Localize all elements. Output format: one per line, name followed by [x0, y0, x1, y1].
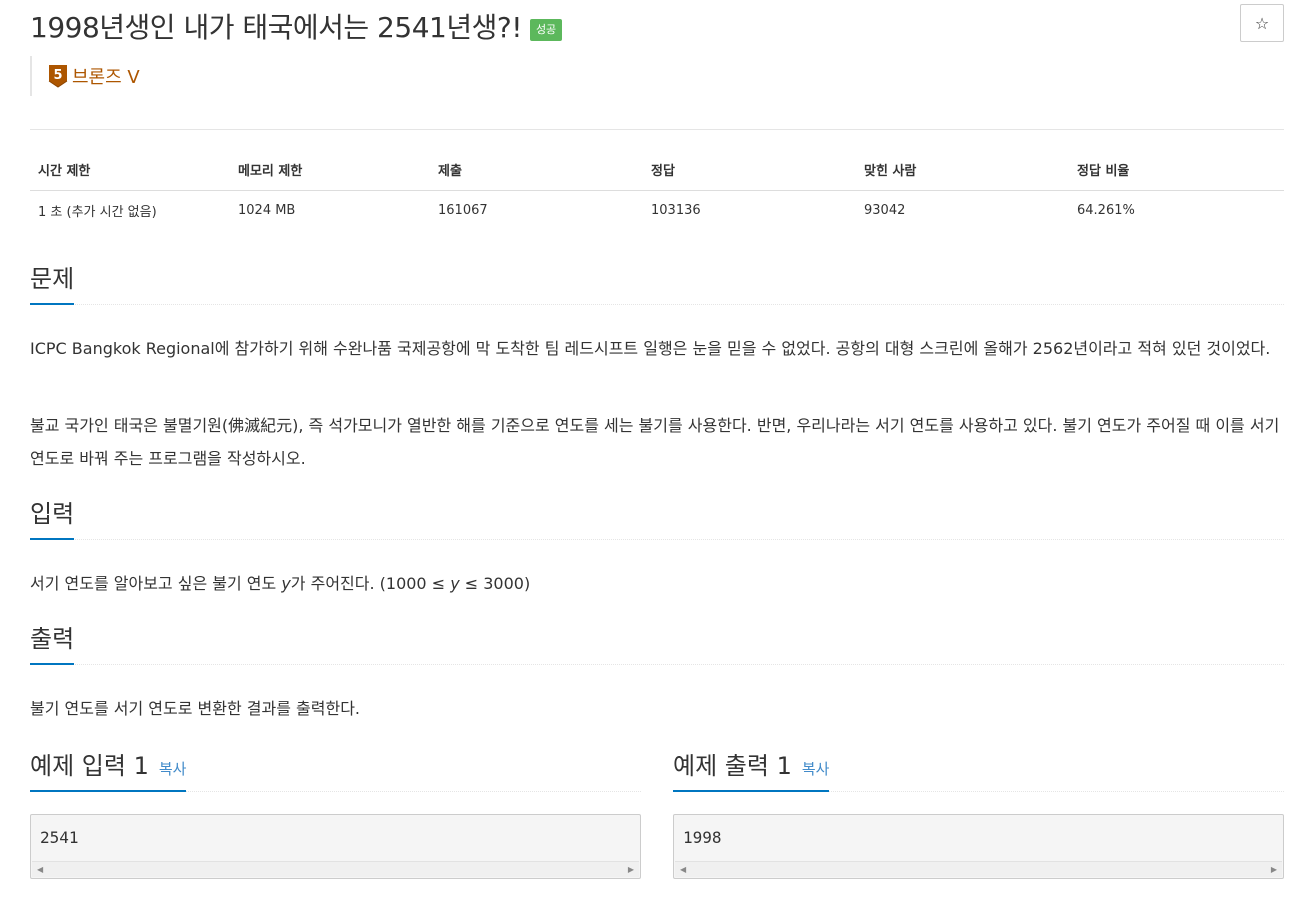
time-limit-value: 1 초 (추가 시간 없음) [38, 204, 157, 220]
header-time-limit: 시간 제한 [30, 150, 230, 191]
title-row: 1998년생인 내가 태국에서는 2541년생?! 성공 [30, 6, 563, 46]
sample-output-header: 예제 출력 1 복사 [673, 748, 1284, 792]
sample-output-box[interactable]: 1998 ◀ ▶ [673, 814, 1284, 879]
sample-output-section: 예제 출력 1 복사 1998 ◀ ▶ [673, 748, 1284, 879]
math-variable: y [450, 574, 460, 593]
sample-input-box[interactable]: 2541 ◀ ▶ [30, 814, 641, 879]
header-accept-ratio: 정답 비율 [1069, 150, 1284, 191]
favorite-star-button[interactable]: ☆ [1240, 4, 1284, 42]
problem-info-table: 시간 제한 메모리 제한 제출 정답 맞힌 사람 정답 비율 1 초 (추가 시… [30, 150, 1284, 230]
math-variable: y [281, 574, 291, 593]
sample-output-value: 1998 [683, 828, 722, 847]
output-section-header: 출력 [30, 621, 1284, 665]
table-row: 1 초 (추가 시간 없음) 1024 MB 161067 103136 930… [30, 190, 1284, 230]
description-paragraph-1: ICPC Bangkok Regional에 참가하기 위해 수완나품 국제공항… [30, 339, 1271, 358]
header-accepted: 정답 [643, 150, 856, 191]
svg-text:5: 5 [53, 68, 62, 83]
sample-input-heading: 예제 입력 1 복사 [30, 748, 187, 792]
description-section-header: 문제 [30, 261, 1284, 305]
scroll-left-arrow-icon[interactable]: ◀ [680, 865, 686, 874]
sample-output-heading: 예제 출력 1 복사 [673, 748, 830, 792]
problem-title: 1998년생인 내가 태국에서는 2541년생?! [30, 11, 522, 44]
memory-limit-value: 1024 MB [238, 202, 296, 218]
copy-sample-output-button[interactable]: 복사 [802, 760, 830, 778]
accept-ratio-value: 64.261% [1077, 202, 1135, 218]
bronze-tier-icon: 5 [48, 64, 68, 88]
input-section-header: 입력 [30, 496, 1284, 540]
tier-indicator: 5 브론즈 V [30, 56, 140, 96]
accepted-value[interactable]: 103136 [643, 190, 856, 230]
horizontal-scrollbar[interactable]: ◀ ▶ [675, 861, 1282, 877]
copy-sample-input-button[interactable]: 복사 [159, 760, 187, 778]
header-solved-users: 맞힌 사람 [856, 150, 1069, 191]
input-heading: 입력 [30, 496, 75, 540]
description-paragraph-2: 불교 국가인 태국은 불멸기원(佛滅紀元), 즉 석가모니가 열반한 해를 기준… [30, 416, 1280, 468]
star-icon: ☆ [1254, 13, 1270, 33]
horizontal-scrollbar[interactable]: ◀ ▶ [32, 861, 639, 877]
solved-users-value[interactable]: 93042 [856, 190, 1069, 230]
sample-input-section: 예제 입력 1 복사 2541 ◀ ▶ [30, 748, 641, 879]
scroll-right-arrow-icon[interactable]: ▶ [628, 865, 634, 874]
output-description: 불기 연도를 서기 연도로 변환한 결과를 출력한다. [30, 699, 361, 718]
divider [30, 129, 1284, 130]
description-heading: 문제 [30, 261, 75, 305]
sample-input-value: 2541 [40, 828, 79, 847]
status-badge: 성공 [529, 19, 563, 41]
submissions-value[interactable]: 161067 [430, 190, 643, 230]
sample-input-header: 예제 입력 1 복사 [30, 748, 641, 792]
input-description: 서기 연도를 알아보고 싶은 불기 연도 y가 주어진다. (1000 ≤ y … [30, 574, 531, 593]
tier-name[interactable]: 브론즈 V [72, 63, 140, 89]
header-submissions: 제출 [430, 150, 643, 191]
scroll-right-arrow-icon[interactable]: ▶ [1271, 865, 1277, 874]
scroll-left-arrow-icon[interactable]: ◀ [37, 865, 43, 874]
header-memory-limit: 메모리 제한 [230, 150, 430, 191]
output-heading: 출력 [30, 621, 75, 665]
